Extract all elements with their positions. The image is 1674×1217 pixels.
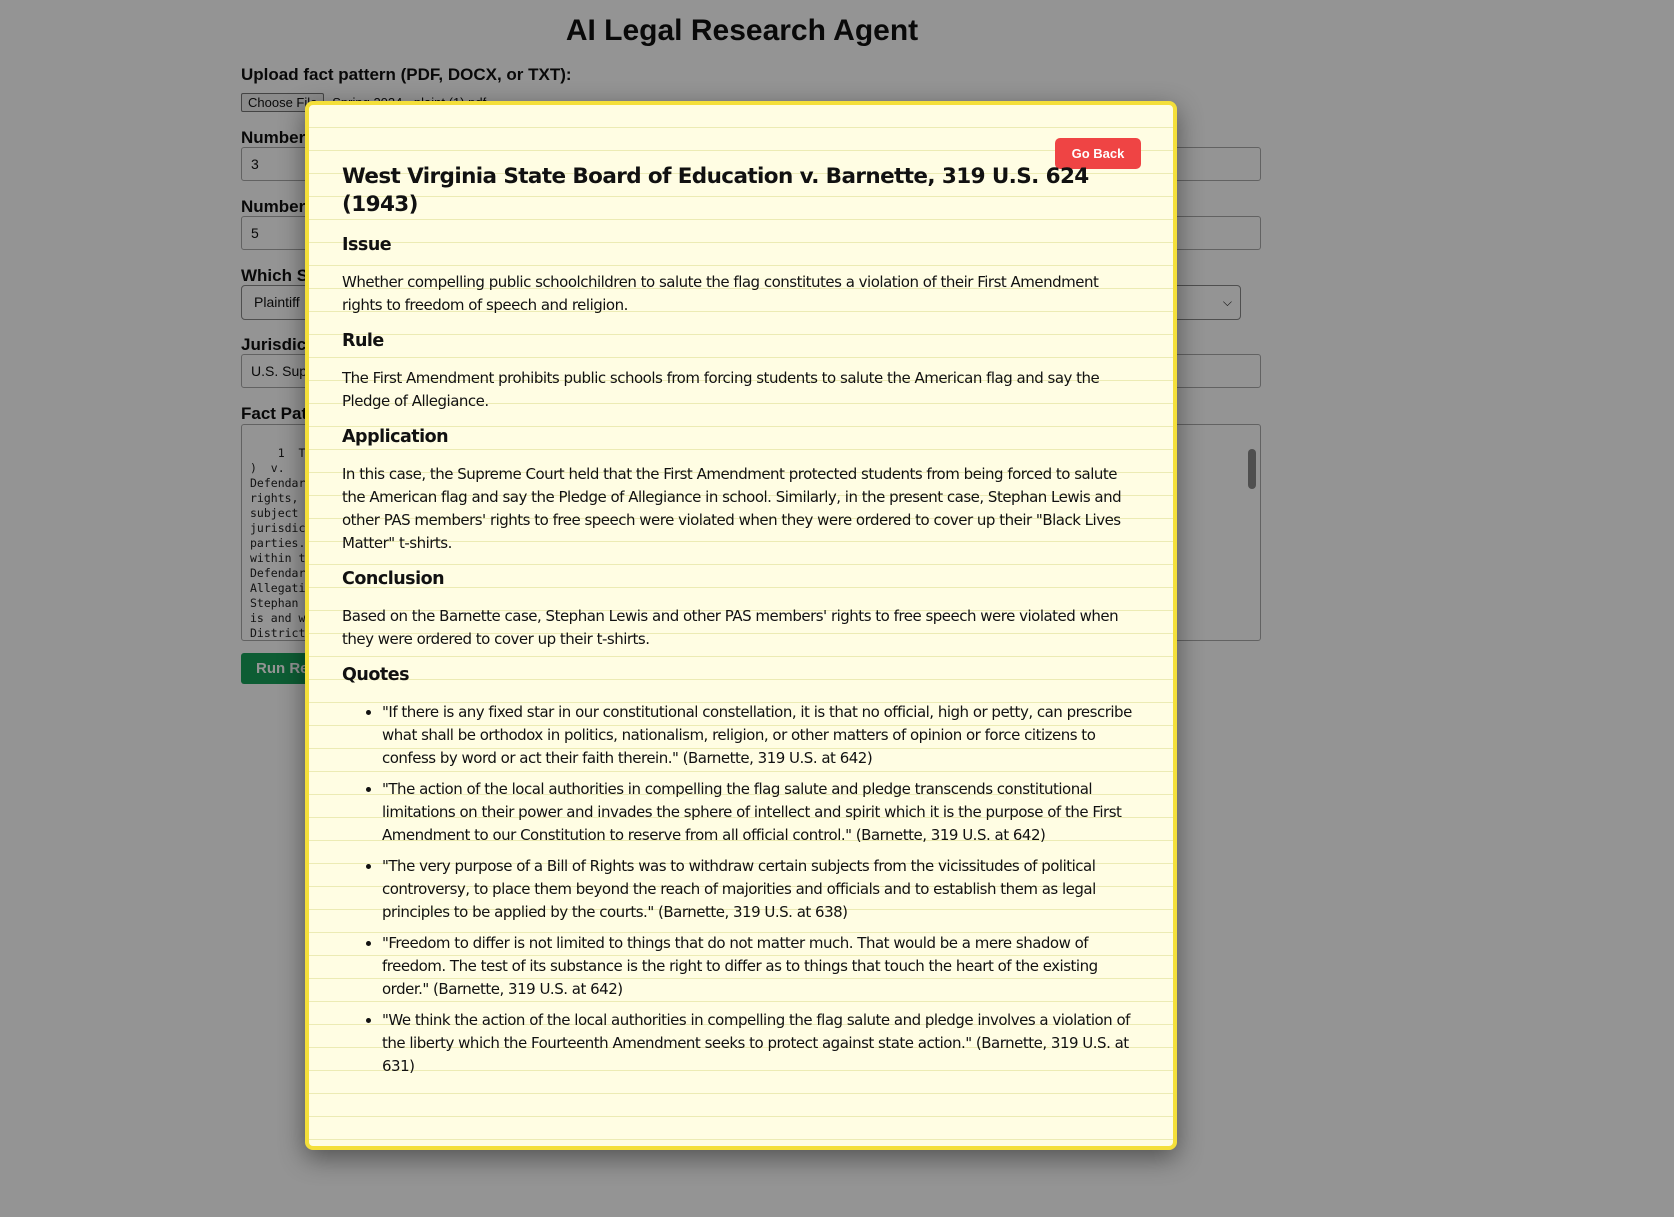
case-brief-modal: Go Back West Virginia State Board of Edu… bbox=[305, 101, 1177, 1150]
quote-item: "The action of the local authorities in … bbox=[382, 778, 1142, 847]
conclusion-text: Based on the Barnette case, Stephan Lewi… bbox=[342, 607, 1119, 648]
case-title: West Virginia State Board of Education v… bbox=[342, 164, 1089, 217]
conclusion-heading: Conclusion bbox=[342, 569, 445, 589]
application-heading: Application bbox=[342, 427, 449, 447]
rule-heading: Rule bbox=[342, 331, 384, 351]
application-text: In this case, the Supreme Court held tha… bbox=[342, 465, 1122, 552]
issue-heading: Issue bbox=[342, 235, 392, 255]
quotes-heading: Quotes bbox=[342, 665, 410, 685]
modal-content: West Virginia State Board of Education v… bbox=[342, 163, 1142, 1086]
quote-item: "The very purpose of a Bill of Rights wa… bbox=[382, 855, 1142, 924]
quote-item: "If there is any fixed star in our const… bbox=[382, 701, 1142, 770]
quote-item: "Freedom to differ is not limited to thi… bbox=[382, 932, 1142, 1001]
quotes-list: "If there is any fixed star in our const… bbox=[342, 701, 1142, 1078]
quote-item: "We think the action of the local author… bbox=[382, 1009, 1142, 1078]
rule-text: The First Amendment prohibits public sch… bbox=[342, 369, 1100, 410]
issue-text: Whether compelling public schoolchildren… bbox=[342, 273, 1099, 314]
